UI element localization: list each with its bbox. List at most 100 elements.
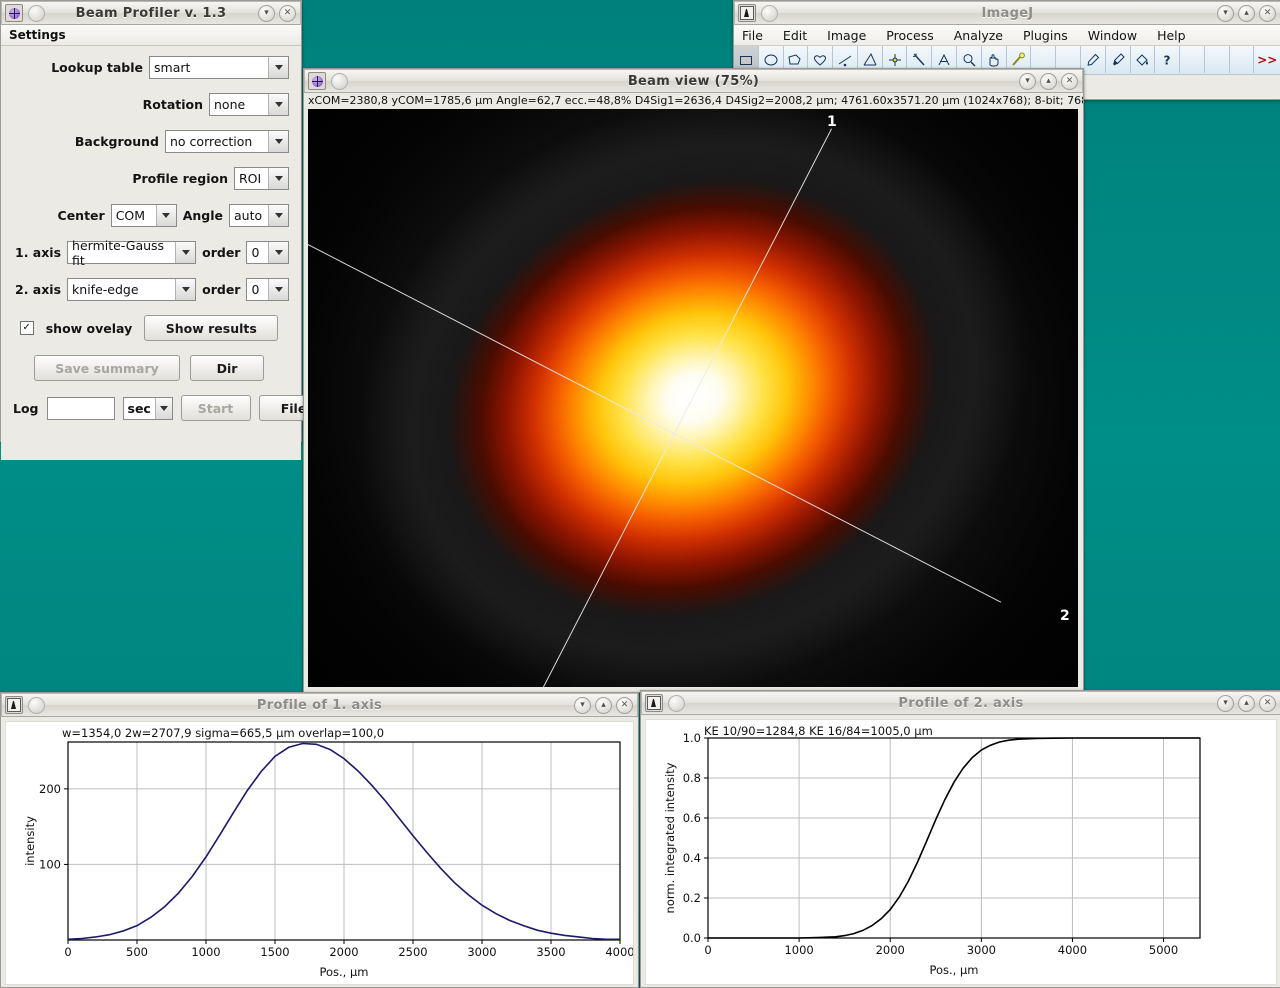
chevron-down-icon[interactable] xyxy=(268,57,288,78)
log-input[interactable] xyxy=(46,396,115,420)
axis2-order-select[interactable]: 0 xyxy=(246,278,289,301)
maximize-icon[interactable]: ▴ xyxy=(1238,694,1255,712)
svg-text:Pos., µm: Pos., µm xyxy=(929,963,978,977)
menu-process[interactable]: Process xyxy=(886,28,933,43)
axis1-method-select[interactable]: hermite-Gauss fit xyxy=(67,238,197,268)
log-unit-select[interactable]: sec xyxy=(122,396,173,420)
toolbar-spacer-5 xyxy=(1230,46,1255,73)
minimize-icon[interactable]: ▾ xyxy=(1019,72,1036,90)
profile-1-plot[interactable]: w=1354,0 2w=2707,9 sigma=665,5 µm overla… xyxy=(5,721,634,985)
profile-1-titlebar[interactable]: Profile of 1. axis ▾ ▴ ✕ xyxy=(1,693,638,717)
center-label: Center xyxy=(57,208,105,223)
svg-text:0.4: 0.4 xyxy=(683,851,701,865)
beam-profiler-title: Beam Profiler v. 1.3 xyxy=(75,5,227,21)
beam-view-status: xCOM=2380,8 yCOM=1785,6 µm Angle=62,7 ec… xyxy=(308,94,1083,107)
minimize-icon[interactable]: ▾ xyxy=(1217,694,1234,712)
axis2-method-select[interactable]: knife-edge xyxy=(67,278,197,301)
beam-profiler-titlebar[interactable]: Beam Profiler v. 1.3 ▾ ✕ xyxy=(1,1,301,25)
svg-text:4000: 4000 xyxy=(1058,943,1087,957)
profile-region-select[interactable]: ROI xyxy=(234,167,289,190)
window-menu-button[interactable] xyxy=(28,4,45,22)
maximize-icon[interactable]: ▴ xyxy=(595,696,612,714)
beam-image-canvas[interactable]: 1 2 xyxy=(308,109,1078,687)
chevron-down-icon[interactable] xyxy=(268,94,288,115)
axis1-order-label: order xyxy=(202,245,241,260)
menu-edit[interactable]: Edit xyxy=(783,28,807,43)
close-icon[interactable]: ✕ xyxy=(1259,694,1276,712)
log-unit-value: sec xyxy=(123,397,155,419)
rotation-select[interactable]: none xyxy=(209,93,289,116)
center-value: COM xyxy=(111,205,156,226)
more-tools-button[interactable]: >> xyxy=(1254,46,1280,73)
close-icon[interactable]: ✕ xyxy=(616,696,633,714)
imagej-titlebar[interactable]: ImageJ ▾ ▴ ✕ xyxy=(734,1,1280,25)
menu-analyze[interactable]: Analyze xyxy=(954,28,1003,43)
chevron-down-icon[interactable] xyxy=(268,242,288,263)
beam-view-title: Beam view (75%) xyxy=(627,73,760,89)
close-icon[interactable]: ✕ xyxy=(1259,4,1276,22)
row-center-angle: Center COM Angle auto xyxy=(9,204,289,227)
overlay-axis-2-label: 2 xyxy=(1060,608,1070,624)
axis1-method-value: hermite-Gauss fit xyxy=(68,238,176,268)
menu-window[interactable]: Window xyxy=(1088,28,1137,43)
maximize-icon[interactable]: ▴ xyxy=(1238,4,1255,22)
start-button[interactable]: Start xyxy=(180,395,251,421)
show-overlay-checkbox[interactable]: ✓ xyxy=(19,321,34,335)
minimize-icon[interactable]: ▾ xyxy=(574,696,591,714)
menu-file[interactable]: File xyxy=(742,28,763,43)
profile-1-chart: 0 500 1000 1500 2000 2500 3000 3500 4000 100 200 Po… xyxy=(23,741,633,978)
menu-image[interactable]: Image xyxy=(827,28,866,43)
close-icon[interactable]: ✕ xyxy=(279,4,296,22)
window-menu-button[interactable] xyxy=(668,694,685,712)
chevron-down-icon[interactable] xyxy=(154,397,172,419)
brush-tool-icon[interactable] xyxy=(1106,46,1131,73)
chevron-down-icon[interactable] xyxy=(268,279,288,300)
row-profile-region: Profile region ROI xyxy=(9,167,289,190)
center-select[interactable]: COM xyxy=(110,204,177,227)
menu-help[interactable]: Help xyxy=(1157,28,1186,43)
svg-text:0.0: 0.0 xyxy=(683,931,701,945)
maximize-icon[interactable]: ▴ xyxy=(1040,72,1057,90)
lookup-table-value: smart xyxy=(150,57,268,78)
svg-text:2500: 2500 xyxy=(398,945,427,959)
dir-button[interactable]: Dir xyxy=(190,355,264,381)
chevron-down-icon[interactable] xyxy=(175,242,196,263)
minimize-icon[interactable]: ▾ xyxy=(1217,4,1234,22)
profile-2-titlebar[interactable]: Profile of 2. axis ▾ ▴ ✕ xyxy=(641,691,1280,715)
show-overlay-label: show ovelay xyxy=(45,320,133,336)
background-label: Background xyxy=(74,134,159,149)
chevron-down-icon[interactable] xyxy=(268,131,288,152)
background-select[interactable]: no correction xyxy=(165,130,289,153)
profile-region-value: ROI xyxy=(235,168,268,189)
save-summary-button[interactable]: Save summary xyxy=(34,355,180,381)
chevron-down-icon[interactable] xyxy=(268,205,288,226)
minimize-icon[interactable]: ▾ xyxy=(258,4,275,22)
close-icon[interactable]: ✕ xyxy=(1061,72,1078,90)
menu-settings[interactable]: Settings xyxy=(9,28,66,42)
axis1-order-select[interactable]: 0 xyxy=(246,241,289,264)
chevron-down-icon[interactable] xyxy=(155,205,176,226)
pencil-tool-icon[interactable] xyxy=(1081,46,1106,73)
svg-text:200: 200 xyxy=(39,782,61,796)
beam-view-titlebar[interactable]: Beam view (75%) ▾ ▴ ✕ xyxy=(304,69,1083,93)
window-menu-button[interactable] xyxy=(28,696,45,714)
beam-view-app-icon xyxy=(308,72,326,90)
window-menu-button[interactable] xyxy=(331,72,348,90)
chevron-down-icon[interactable] xyxy=(268,168,288,189)
show-results-button[interactable]: Show results xyxy=(144,315,279,341)
flood-fill-tool-icon[interactable] xyxy=(1131,46,1156,73)
rotation-value: none xyxy=(210,94,268,115)
lookup-table-select[interactable]: smart xyxy=(149,56,289,79)
help-tool-icon[interactable]: ? xyxy=(1155,46,1181,73)
profile-2-title: Profile of 2. axis xyxy=(898,695,1024,711)
chevron-down-icon[interactable] xyxy=(175,279,196,300)
svg-text:0: 0 xyxy=(64,945,71,959)
window-menu-button[interactable] xyxy=(761,4,778,22)
angle-select[interactable]: auto xyxy=(229,204,289,227)
profile-2-plot[interactable]: KE 10/90=1284,8 KE 16/84=1005,0 µm 0 1000… xyxy=(645,719,1277,985)
menu-plugins[interactable]: Plugins xyxy=(1023,28,1068,43)
imagej-app-icon xyxy=(645,694,663,712)
profile-1-title: Profile of 1. axis xyxy=(256,697,383,713)
svg-text:5000: 5000 xyxy=(1149,943,1178,957)
settings-menubar[interactable]: Settings xyxy=(1,25,301,46)
